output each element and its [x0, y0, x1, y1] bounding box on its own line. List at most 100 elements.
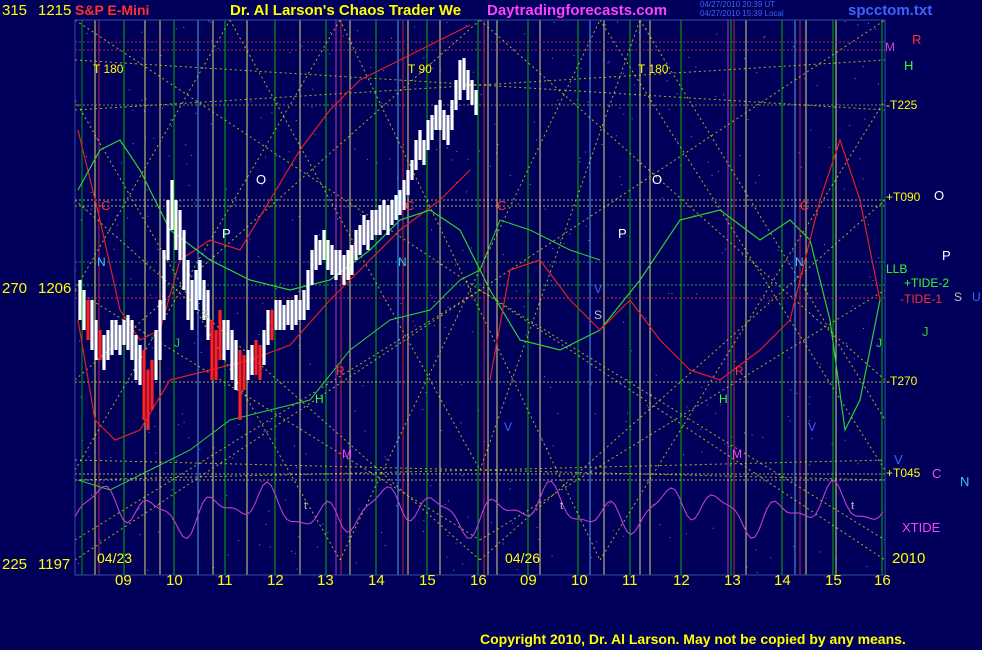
site-link[interactable]: Daytradingforecasts.com [487, 2, 667, 19]
star-dot [185, 144, 187, 146]
label-R-right: R [912, 32, 922, 47]
star-dot [146, 189, 148, 191]
star-dot [305, 453, 307, 455]
price-bar [318, 240, 322, 265]
price-bar [310, 250, 314, 285]
price-bar [150, 360, 154, 410]
star-dot [147, 215, 149, 217]
star-dot [312, 88, 314, 90]
star-dot [275, 288, 277, 290]
hour-tick: 10 [166, 572, 183, 589]
star-dot [447, 500, 449, 502]
star-dot [208, 20, 210, 22]
price-bar [78, 280, 82, 320]
hour-tick: 15 [825, 572, 842, 589]
star-dot [180, 200, 182, 202]
star-dot [502, 253, 504, 255]
star-dot [809, 464, 811, 466]
star-dot [560, 239, 562, 241]
price-bar [394, 195, 398, 220]
label-LLB: LLB [886, 262, 908, 276]
time-local: 04/27/2010 15:39 Local [700, 9, 784, 18]
star-dot [157, 531, 159, 533]
star-dot [126, 217, 128, 219]
star-dot [587, 101, 589, 103]
star-dot [480, 94, 482, 96]
hour-tick: 16 [470, 572, 487, 589]
star-dot [837, 103, 839, 105]
star-dot [557, 412, 559, 414]
star-dot [516, 569, 518, 571]
left-value-mid: 270 [2, 280, 28, 297]
star-dot [696, 293, 698, 295]
date-label-mid: 04/26 [505, 550, 541, 566]
star-dot [809, 396, 811, 398]
star-dot [145, 98, 147, 100]
star-dot [510, 481, 512, 483]
star-dot [425, 392, 427, 394]
star-dot [795, 278, 797, 280]
star-dot [547, 447, 549, 449]
star-dot [872, 279, 874, 281]
star-dot [227, 554, 229, 556]
star-dot [183, 421, 185, 423]
price-bar [330, 245, 334, 275]
price-bar [166, 200, 170, 260]
label-T180-b: T 180 [638, 62, 669, 76]
star-dot [446, 147, 448, 149]
star-dot [790, 389, 792, 391]
star-dot [804, 78, 806, 80]
star-dot [862, 66, 864, 68]
star-dot [739, 155, 741, 157]
star-dot [820, 363, 822, 365]
label-T090: +T090 [886, 190, 921, 204]
star-dot [255, 214, 257, 216]
star-dot [170, 119, 172, 121]
star-dot [210, 123, 212, 125]
star-dot [194, 202, 196, 204]
star-dot [580, 67, 582, 69]
star-dot [655, 374, 657, 376]
star-dot [370, 66, 372, 68]
star-dot [742, 254, 744, 256]
star-dot [693, 214, 695, 216]
star-dot [551, 555, 553, 557]
label-T045: +T045 [886, 466, 921, 480]
star-dot [423, 520, 425, 522]
star-dot [141, 31, 143, 33]
star-dot [289, 52, 291, 54]
star-dot [615, 135, 617, 137]
star-dot [591, 556, 593, 558]
star-dot [314, 134, 316, 136]
star-dot [446, 556, 448, 558]
star-dot [594, 413, 596, 415]
star-dot [265, 156, 267, 158]
star-dot [828, 146, 830, 148]
star-dot [301, 45, 303, 47]
label-M-2: M [732, 447, 742, 461]
star-dot [846, 342, 848, 344]
star-dot [716, 33, 718, 35]
price-bar [398, 190, 402, 215]
price-bar [474, 90, 478, 115]
star-dot [744, 432, 746, 434]
star-dot [263, 430, 265, 432]
star-dot [816, 85, 818, 87]
label-M-1: M [342, 447, 352, 461]
star-dot [579, 157, 581, 159]
star-dot [168, 155, 170, 157]
star-dot [625, 420, 627, 422]
star-dot [612, 530, 614, 532]
price-bar [426, 120, 430, 150]
star-dot [509, 488, 511, 490]
star-dot [291, 550, 293, 552]
star-dot [400, 303, 402, 305]
star-dot [579, 161, 581, 163]
star-dot [700, 428, 702, 430]
star-dot [563, 242, 565, 244]
star-dot [516, 290, 518, 292]
star-dot [412, 320, 414, 322]
star-dot [451, 159, 453, 161]
price-bar [94, 320, 98, 360]
label-M-right: M [885, 40, 895, 54]
